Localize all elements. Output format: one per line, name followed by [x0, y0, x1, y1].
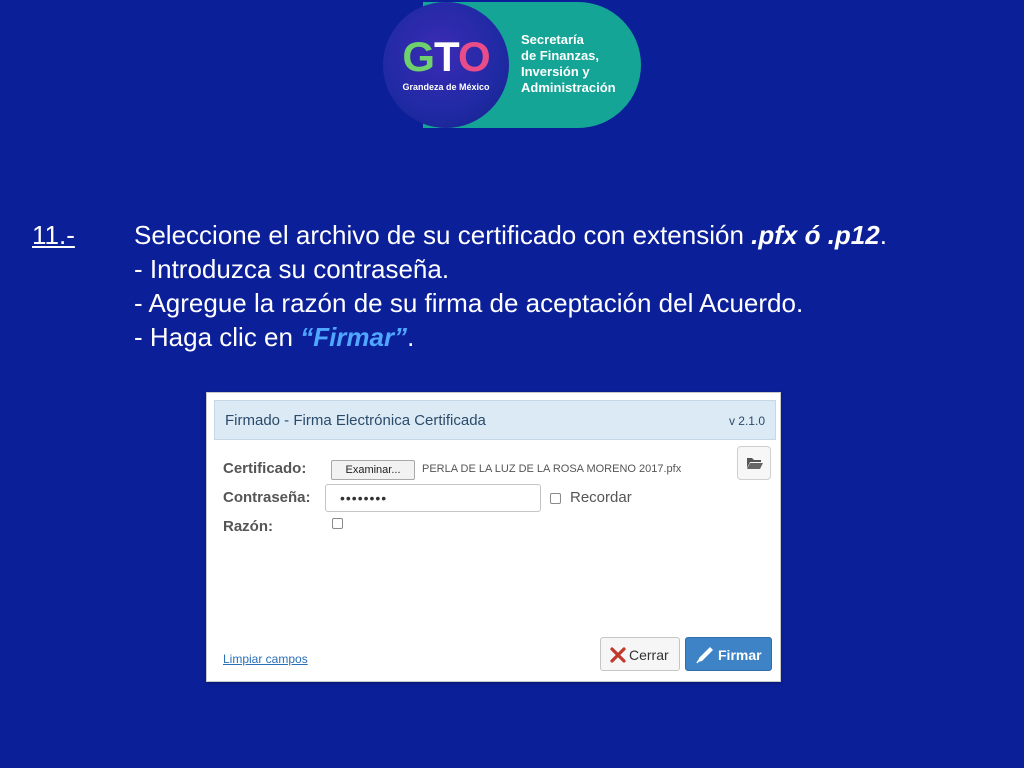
- folder-button[interactable]: [737, 446, 771, 480]
- logo-tagline: Grandeza de México: [402, 82, 490, 92]
- close-icon: [610, 647, 626, 663]
- dialog-title: Firmado - Firma Electrónica Certificada: [225, 412, 486, 429]
- remember-checkbox[interactable]: [550, 493, 561, 504]
- instruction-line-2: - Introduzca su contraseña.: [134, 254, 450, 284]
- reason-checkbox[interactable]: [332, 518, 343, 529]
- close-button-label: Cerrar: [629, 647, 669, 663]
- remember-label: Recordar: [570, 489, 632, 506]
- close-button[interactable]: Cerrar: [600, 637, 680, 671]
- dialog-version: v 2.1.0: [728, 414, 765, 428]
- certificate-file-name: PERLA DE LA LUZ DE LA ROSA MORENO 2017.p…: [422, 463, 682, 475]
- signing-dialog: Firmado - Firma Electrónica Certificada …: [206, 392, 781, 682]
- password-label: Contraseña:: [223, 489, 311, 506]
- clear-fields-link[interactable]: Limpiar campos: [223, 652, 308, 666]
- password-input[interactable]: ••••••••: [325, 484, 541, 512]
- logo-org-name: Secretaría de Finanzas, Inversión y Admi…: [521, 32, 616, 95]
- dialog-header: Firmado - Firma Electrónica Certificada …: [214, 400, 776, 440]
- pen-icon: [696, 647, 713, 664]
- instruction-line-4: - Haga clic en “Firmar”.: [134, 322, 415, 352]
- reason-label: Razón:: [223, 518, 273, 535]
- gto-logo: GTO Grandeza de México Secretaría de Fin…: [383, 2, 641, 128]
- logo-brand: GTO: [402, 33, 490, 80]
- instruction-line-3: - Agregue la razón de su firma de acepta…: [134, 288, 804, 318]
- sign-button[interactable]: Firmar: [685, 637, 772, 671]
- instruction-line-1: Seleccione el archivo de su certificado …: [134, 220, 887, 250]
- certificate-label: Certificado:: [223, 460, 307, 477]
- instruction-lines: Seleccione el archivo de su certificado …: [134, 218, 994, 354]
- browse-button[interactable]: Examinar...: [331, 460, 415, 480]
- folder-open-icon: [747, 458, 763, 469]
- step-number: 11.-: [32, 220, 75, 250]
- sign-button-label: Firmar: [718, 647, 762, 663]
